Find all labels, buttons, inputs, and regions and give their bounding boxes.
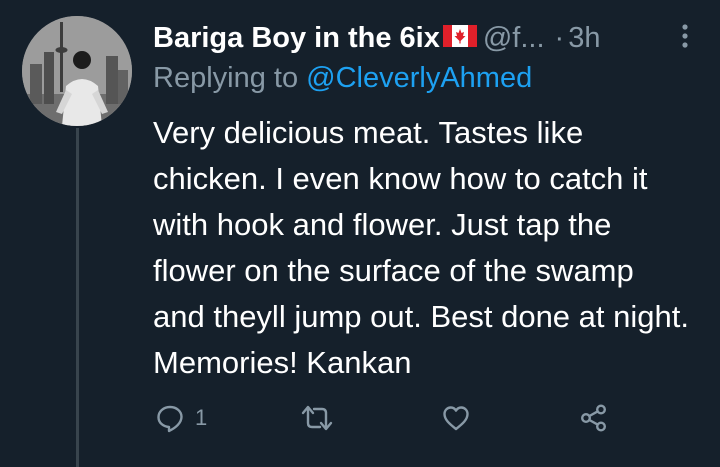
share-icon [581, 404, 607, 432]
canada-flag-icon [442, 24, 477, 52]
reply-icon [157, 405, 183, 433]
avatar[interactable] [22, 16, 132, 126]
heart-icon [443, 406, 469, 431]
replying-to-mention[interactable]: @CleverlyAhmed [306, 62, 532, 94]
more-options-icon[interactable] [680, 22, 690, 52]
tweet-text: Very delicious meat. Tastes like chicken… [153, 115, 689, 380]
reply-count: 1 [195, 405, 208, 430]
separator-dot: · [554, 21, 565, 54]
tweet-header: Bariga Boy in the 6ix @f... · 3h [153, 18, 690, 58]
display-name[interactable]: Bariga Boy in the 6ix [153, 22, 440, 55]
share-button[interactable] [579, 398, 609, 438]
replying-to: Replying to @CleverlyAhmed [153, 62, 532, 95]
reply-button[interactable]: 1 [155, 398, 207, 438]
user-handle[interactable]: @f... [483, 22, 545, 55]
action-bar: 1 [153, 398, 633, 438]
retweet-icon [301, 405, 333, 431]
tweet[interactable]: Bariga Boy in the 6ix @f... · 3h Replyin… [0, 0, 720, 467]
thread-line [76, 128, 79, 467]
retweet-button[interactable] [299, 398, 345, 438]
replying-to-label: Replying to [153, 62, 307, 94]
like-button[interactable] [441, 398, 481, 438]
timestamp[interactable]: 3h [568, 22, 600, 55]
